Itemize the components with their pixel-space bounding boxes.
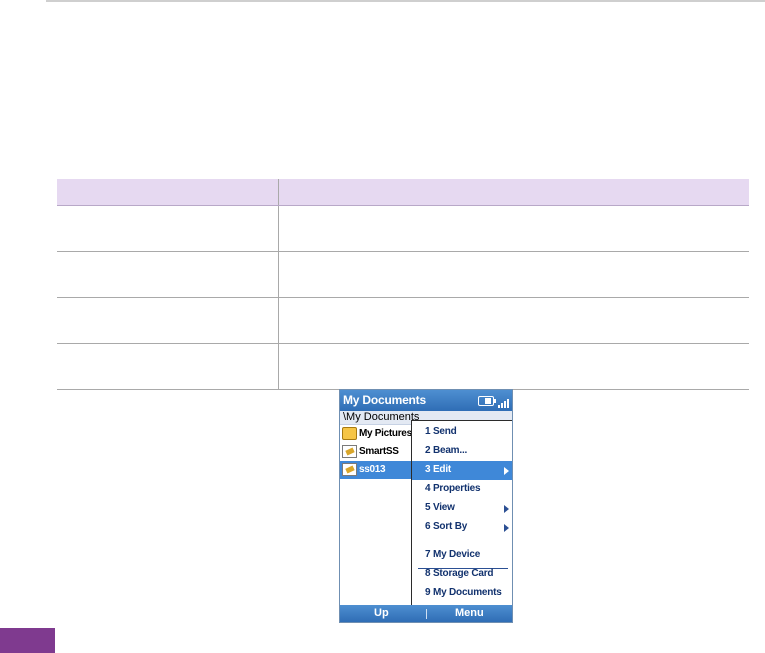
top-rule: [46, 0, 765, 2]
battery-icon: [478, 396, 496, 406]
menu-item-storage-card[interactable]: 8 Storage Card: [412, 565, 512, 584]
context-menu: 1 Send 2 Beam... 3 Edit 4 Properties 5 V…: [411, 420, 512, 606]
current-path: \My Documents: [343, 411, 420, 423]
file-item-ss013[interactable]: ss013: [340, 461, 412, 479]
menu-item-label: 1 Send: [425, 426, 457, 437]
table-cell: [57, 205, 279, 252]
table-cell: [57, 343, 279, 390]
softkey-divider: [426, 609, 427, 619]
menu-item-label: 5 View: [425, 502, 455, 513]
menu-item-label: 6 Sort By: [425, 521, 468, 532]
menu-item-sort-by[interactable]: 6 Sort By: [412, 518, 512, 537]
folder-icon: [342, 427, 357, 440]
menu-item-my-documents[interactable]: 9 My Documents: [412, 584, 512, 603]
file-item-my-pictures[interactable]: My Pictures: [340, 425, 412, 443]
table-cell: [278, 205, 749, 252]
menu-item-beam[interactable]: 2 Beam...: [412, 442, 512, 461]
table-cell: [278, 251, 749, 298]
file-item-label: SmartSS: [359, 446, 399, 457]
document-icon: [342, 463, 357, 476]
softkey-bar: Up Menu: [340, 605, 512, 622]
table-row: [57, 205, 749, 252]
table-row: [57, 343, 749, 390]
menu-item-view[interactable]: 5 View: [412, 499, 512, 518]
submenu-arrow-icon: [504, 467, 509, 475]
menu-item-my-device[interactable]: 7 My Device: [412, 546, 512, 565]
table-cell: [57, 251, 279, 298]
file-item-label: ss013: [359, 464, 386, 475]
signal-icon: [498, 394, 510, 408]
menu-item-label: 9 My Documents: [425, 587, 502, 598]
submenu-arrow-icon: [504, 505, 509, 513]
menu-item-label: 8 Storage Card: [425, 568, 494, 579]
menu-item-edit[interactable]: 3 Edit: [412, 461, 512, 480]
table-header-row: [57, 179, 749, 206]
file-item-smartss[interactable]: SmartSS: [340, 443, 412, 461]
table-header-cell: [278, 179, 749, 206]
table-row: [57, 297, 749, 344]
table-row: [57, 251, 749, 298]
menu-item-label: 7 My Device: [425, 549, 481, 560]
menu-item-label: 3 Edit: [425, 464, 452, 475]
submenu-arrow-icon: [504, 524, 509, 532]
window-title: My Documents: [343, 393, 426, 407]
table-cell: [278, 343, 749, 390]
table-cell: [278, 297, 749, 344]
softkey-up[interactable]: Up: [374, 607, 389, 619]
title-bar: My Documents: [340, 390, 512, 411]
menu-item-send[interactable]: 1 Send: [412, 423, 512, 442]
file-item-label: My Pictures: [359, 428, 412, 439]
menu-item-label: 4 Properties: [425, 483, 481, 494]
menu-item-label: 2 Beam...: [425, 445, 468, 456]
softkey-menu[interactable]: Menu: [455, 607, 484, 619]
menu-item-properties[interactable]: 4 Properties: [412, 480, 512, 499]
info-table: [57, 179, 749, 390]
document-icon: [342, 445, 357, 458]
table-header-cell: [57, 179, 279, 206]
page-tab-marker: [0, 628, 55, 653]
phone-screen: My Documents \My Documents My Pictures S…: [339, 389, 513, 623]
table-cell: [57, 297, 279, 344]
